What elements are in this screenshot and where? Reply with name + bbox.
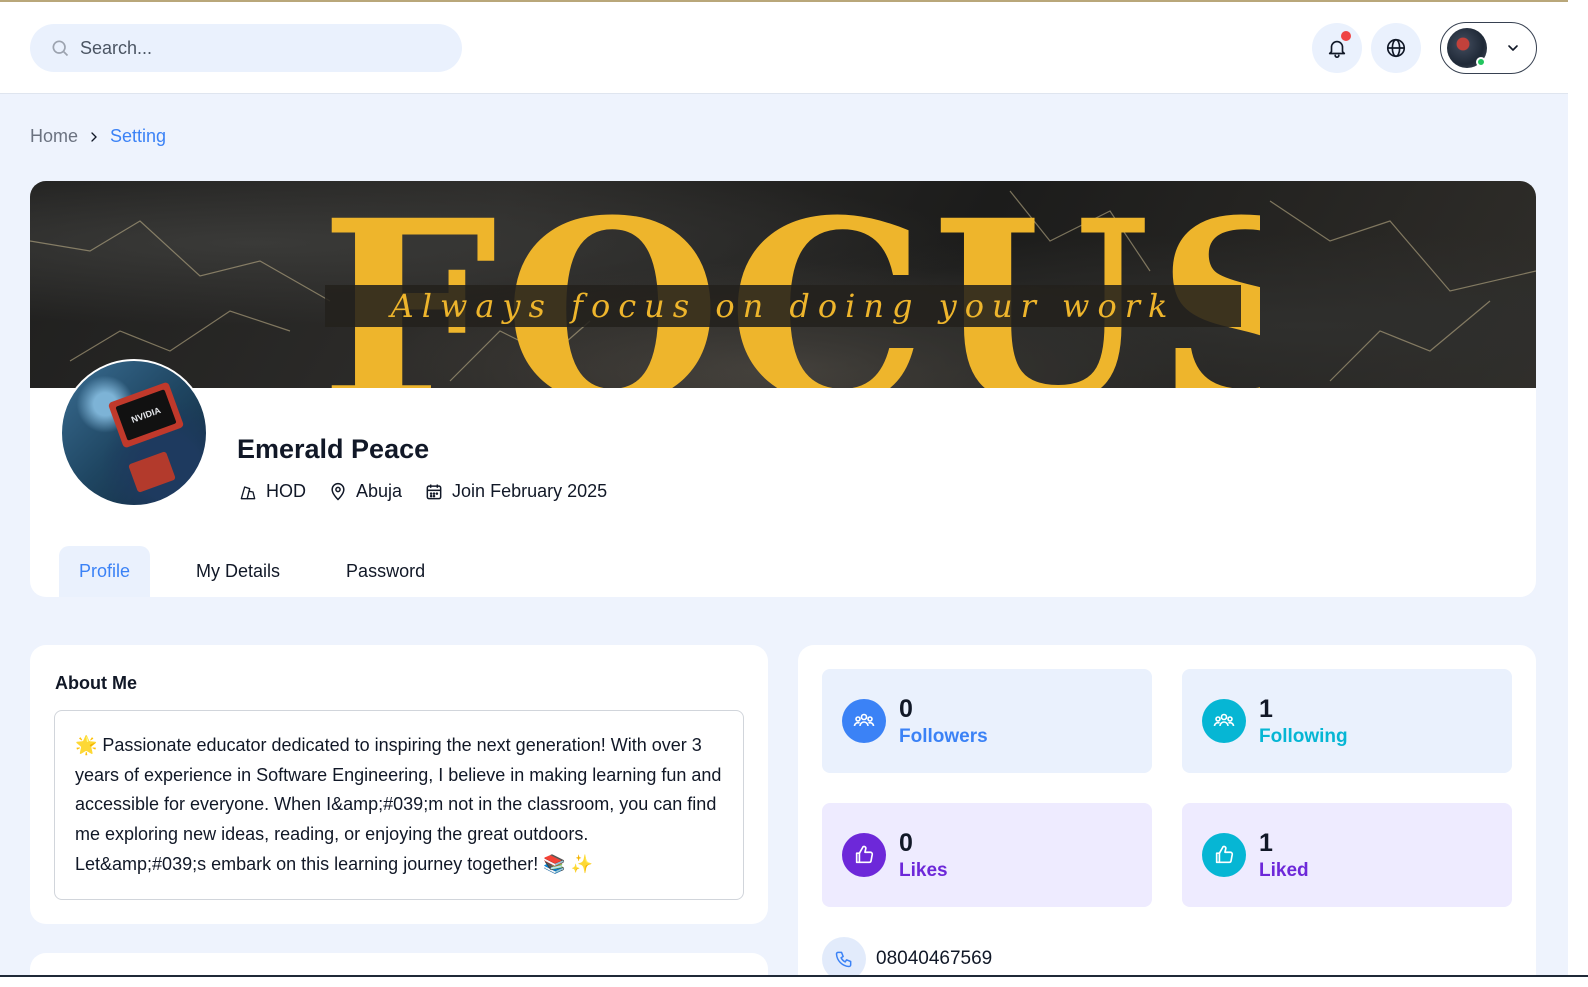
window-bottom-edge	[0, 975, 1588, 987]
thumbs-up-icon	[1202, 833, 1246, 877]
breadcrumb-home-link[interactable]: Home	[30, 126, 78, 147]
search-input[interactable]	[80, 37, 440, 59]
cover-tagline: Always focus on doing your work	[390, 287, 1176, 325]
followers-stat[interactable]: 0 Followers	[822, 669, 1152, 773]
profile-meta: HOD Abuja Join February 2025	[238, 481, 629, 502]
about-card: About Me 🌟 Passionate educator dedicated…	[30, 645, 768, 924]
join-date-item: Join February 2025	[424, 481, 607, 502]
profile-tabs: Profile My Details Password	[59, 546, 471, 597]
chip-label: NVIDIA	[129, 405, 163, 425]
breadcrumb: Home Setting	[30, 126, 166, 147]
language-button[interactable]	[1371, 23, 1421, 73]
calendar-icon	[426, 484, 442, 499]
notifications-button[interactable]	[1312, 23, 1362, 73]
liked-label: Liked	[1259, 860, 1309, 881]
followers-label: Followers	[899, 726, 988, 747]
likes-stat[interactable]: 0 Likes	[822, 803, 1152, 907]
top-header	[0, 2, 1568, 94]
following-stat[interactable]: 1 Following	[1182, 669, 1512, 773]
role-text: HOD	[266, 481, 306, 501]
tab-profile[interactable]: Profile	[59, 546, 151, 597]
users-icon	[1202, 699, 1246, 743]
profile-card: FOCUS Always focus on doing your work NV…	[30, 181, 1536, 597]
globe-icon	[1386, 38, 1406, 58]
profile-name: Emerald Peace	[237, 434, 430, 464]
join-date-text: Join February 2025	[452, 481, 608, 501]
chevron-right-icon	[86, 129, 102, 145]
profile-avatar[interactable]: NVIDIA	[60, 359, 208, 507]
tab-my-details[interactable]: My Details	[176, 546, 300, 597]
following-count: 1	[1259, 695, 1273, 723]
notification-dot	[1341, 31, 1351, 41]
role-item: HOD	[238, 481, 306, 502]
location-item: Abuja	[328, 481, 402, 502]
thumbs-up-icon	[842, 833, 886, 877]
chip-graphic: NVIDIA	[107, 381, 185, 449]
avatar	[1447, 28, 1487, 68]
users-icon	[842, 699, 886, 743]
search-bar[interactable]	[30, 24, 462, 72]
chevron-down-icon	[1508, 45, 1518, 51]
user-menu-button[interactable]	[1440, 22, 1537, 74]
tab-password[interactable]: Password	[326, 546, 445, 597]
about-text: 🌟 Passionate educator dedicated to inspi…	[54, 710, 744, 900]
cover-tagline-band: Always focus on doing your work	[325, 285, 1241, 327]
likes-label: Likes	[899, 860, 948, 881]
online-status-dot	[1476, 57, 1486, 67]
likes-count: 0	[899, 829, 913, 857]
breadcrumb-current: Setting	[110, 126, 167, 146]
map-pin-icon	[331, 482, 345, 501]
role-icon	[240, 485, 256, 499]
location-text: Abuja	[356, 481, 403, 501]
following-label: Following	[1259, 726, 1348, 747]
liked-count: 1	[1259, 829, 1273, 857]
followers-count: 0	[899, 695, 913, 723]
phone-number: 08040467569	[876, 948, 993, 969]
liked-stat[interactable]: 1 Liked	[1182, 803, 1512, 907]
page-right-edge	[1568, 0, 1588, 987]
cover-image: FOCUS Always focus on doing your work	[30, 181, 1536, 388]
stats-card: 0 Followers 1 Following 0 Likes 1 Liked	[798, 645, 1536, 987]
about-title: About Me	[55, 673, 137, 693]
chip-graphic-small	[128, 451, 176, 493]
search-icon	[52, 40, 69, 57]
